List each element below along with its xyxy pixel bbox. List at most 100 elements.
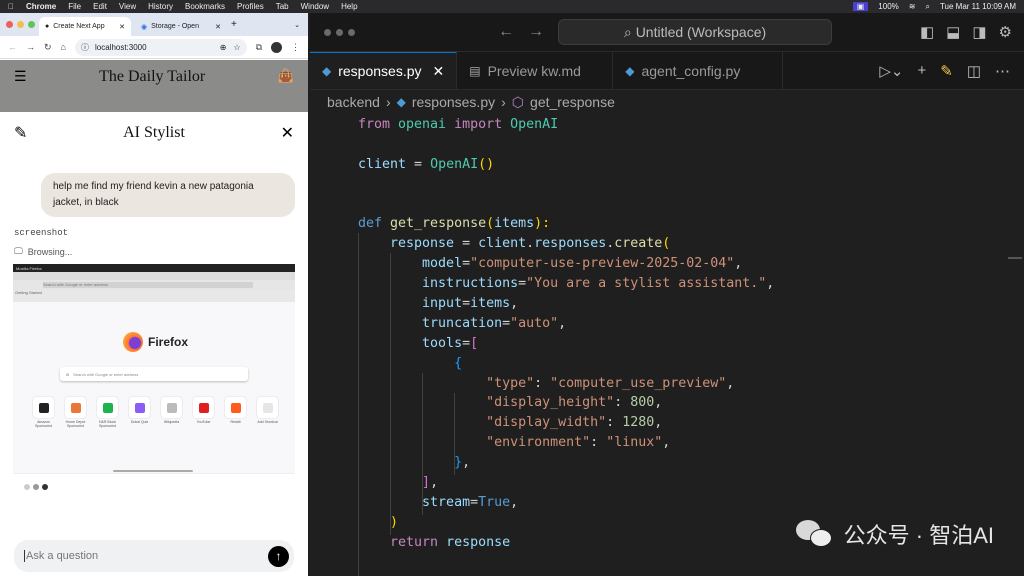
code-line: }, <box>358 453 774 473</box>
search-icon[interactable]: ⌕ <box>925 2 929 12</box>
close-window-button[interactable] <box>6 21 13 28</box>
code-line: input=items, <box>358 294 774 314</box>
code-editor[interactable]: from openai import OpenAI client = OpenA… <box>358 115 774 553</box>
editor-tab[interactable]: ◆ agent_config.py <box>613 52 784 89</box>
code-token: , <box>558 315 567 331</box>
chrome-menu-icon[interactable]: ⋮ <box>291 42 300 53</box>
wifi-icon[interactable]: ≋ <box>909 2 916 11</box>
close-tab-icon[interactable]: ✕ <box>433 63 445 80</box>
bookmark-star-icon[interactable]: ☆ <box>233 43 240 52</box>
reload-button[interactable]: ↻ <box>44 42 52 53</box>
breadcrumb-file[interactable]: responses.py <box>412 94 495 110</box>
hamburger-menu-icon[interactable]: ☰ <box>14 68 27 85</box>
menu-item[interactable]: Window <box>301 2 329 11</box>
forward-button[interactable]: → <box>26 42 35 52</box>
close-panel-icon[interactable]: ✕ <box>281 123 294 143</box>
shortcut-icon <box>161 397 182 418</box>
highlighter-icon[interactable]: ✎ <box>940 62 953 80</box>
menu-item[interactable]: Bookmarks <box>185 2 225 11</box>
code-token: : <box>590 435 607 451</box>
nav-back-icon[interactable]: ← <box>498 23 514 41</box>
openai-icon: ◉ <box>141 23 148 31</box>
code-line: client = OpenAI() <box>358 155 774 175</box>
code-line: "environment": "linux", <box>358 433 774 453</box>
toggle-panel-icon[interactable]: ⬓ <box>946 23 960 41</box>
shot-bookmark: Getting Started <box>13 290 295 302</box>
run-icon[interactable]: ▷⌄ <box>879 62 903 80</box>
clock[interactable]: Tue Mar 11 10:09 AM <box>940 2 1016 11</box>
breadcrumb-folder[interactable]: backend <box>327 94 380 110</box>
split-editor-icon[interactable]: ◫ <box>967 62 981 80</box>
address-bar[interactable]: ⓘ localhost:3000 ⊕ ☆ <box>74 38 247 56</box>
menu-item[interactable]: Edit <box>93 2 107 11</box>
tool-call-name: screenshot <box>14 228 69 238</box>
editor-tab[interactable]: ◆ responses.py ✕ <box>310 52 458 89</box>
back-button[interactable]: ← <box>8 42 17 52</box>
code-token: = <box>470 494 479 510</box>
editor-tab[interactable]: ▤ Preview kw.md <box>457 52 614 89</box>
shortcut-icon <box>225 397 246 418</box>
shortcut-icon <box>129 397 150 418</box>
code-token: } <box>358 455 463 471</box>
shortcut-tile: H&R Block Sponsored <box>97 397 118 428</box>
maximize-window-button[interactable] <box>28 21 35 28</box>
shot-address: Search with Google or enter address <box>43 282 253 288</box>
screen-share-icon[interactable]: ▣ <box>852 2 869 11</box>
menu-app[interactable]: Chrome <box>26 2 56 11</box>
menu-item[interactable]: Tab <box>276 2 289 11</box>
battery-label: 100% <box>878 2 899 11</box>
code-token: = <box>406 156 431 172</box>
tab-search-button[interactable]: ⌄ <box>294 21 300 29</box>
apple-icon[interactable]:  <box>8 2 14 11</box>
code-token: return <box>358 534 447 550</box>
new-tab-button[interactable]: + <box>231 19 237 30</box>
shopping-bag-icon[interactable]: 👜 <box>278 68 294 84</box>
shortcut-icon <box>33 397 54 418</box>
ai-stylist-panel: ✎ AI Stylist ✕ help me find my friend ke… <box>0 112 308 576</box>
menu-item[interactable]: History <box>148 2 173 11</box>
shot-window-title: Mozilla Firefox <box>13 264 295 272</box>
home-button[interactable]: ⌂ <box>61 42 66 52</box>
breadcrumb-symbol[interactable]: get_response <box>530 94 615 110</box>
user-message: help me find my friend kevin a new patag… <box>41 173 295 217</box>
site-title: The Daily Tailor <box>99 68 206 85</box>
tile-label: Reddit <box>230 420 241 424</box>
site-info-icon[interactable]: ⓘ <box>81 42 89 53</box>
browser-tab-1[interactable]: ◉ Storage - OpenAI A ✕ <box>135 17 227 36</box>
window-controls[interactable] <box>324 28 355 36</box>
preview-icon: ▤ <box>469 63 481 78</box>
browsing-status: 🖵 Browsing... <box>14 246 72 257</box>
question-input[interactable] <box>24 550 268 562</box>
close-tab-icon[interactable]: ✕ <box>215 23 221 31</box>
new-chat-icon[interactable]: ✎ <box>14 123 27 143</box>
shortcut-tile: Add Shortcut <box>257 397 278 428</box>
code-token: = <box>518 276 527 292</box>
code-line: from openai import OpenAI <box>358 115 774 135</box>
code-token: OpenAI <box>430 156 479 172</box>
more-actions-icon[interactable]: ⋯ <box>995 62 1010 80</box>
code-token: 800 <box>630 395 655 411</box>
mac-menubar:  Chrome File Edit View History Bookmarks Pro… <box>0 0 1024 13</box>
toggle-sidebar-icon[interactable]: ◧ <box>920 23 934 41</box>
gear-icon[interactable]: ⚙ <box>999 23 1012 41</box>
firefox-label: Firefox <box>148 335 189 349</box>
tab-label: Preview kw.md <box>487 62 581 79</box>
nav-forward-icon[interactable]: → <box>528 23 544 41</box>
extensions-icon[interactable]: ⧉ <box>256 42 262 53</box>
command-center[interactable]: ⌕ Untitled (Workspace) <box>558 19 832 45</box>
menu-item[interactable]: View <box>119 2 136 11</box>
menu-item[interactable]: File <box>68 2 81 11</box>
send-button[interactable]: ↑ <box>268 545 289 567</box>
profile-avatar[interactable] <box>271 41 282 53</box>
browser-tab-0[interactable]: ● Create Next App ✕ <box>39 17 131 36</box>
code-token: client <box>358 156 407 172</box>
minimize-window-button[interactable] <box>17 21 24 28</box>
zoom-icon[interactable]: ⊕ <box>220 43 227 52</box>
add-icon[interactable]: + <box>917 62 926 79</box>
close-tab-icon[interactable]: ✕ <box>119 23 125 31</box>
toggle-secondary-sidebar-icon[interactable]: ◨ <box>972 23 986 41</box>
menu-item[interactable]: Help <box>341 2 357 11</box>
menu-item[interactable]: Profiles <box>237 2 264 11</box>
